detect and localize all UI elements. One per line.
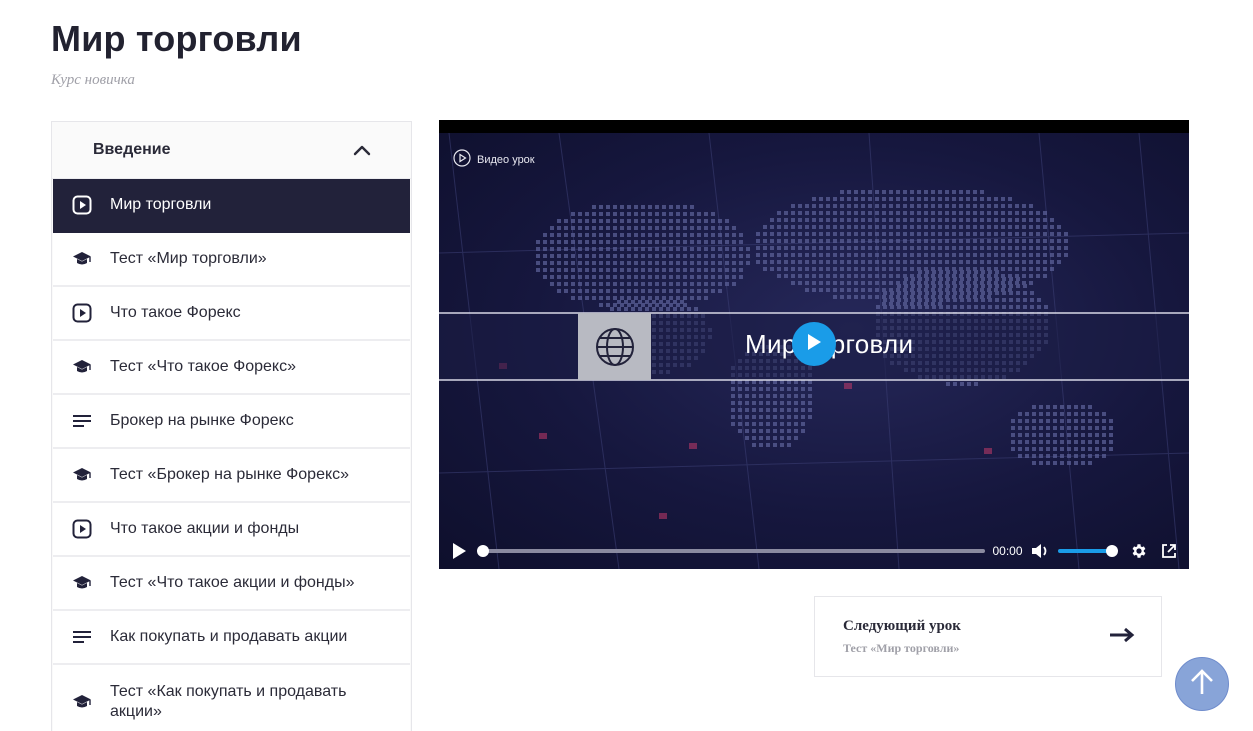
- lesson-label: Как покупать и продавать акции: [110, 628, 348, 645]
- volume-knob[interactable]: [1105, 545, 1118, 557]
- time-display: 00:00: [992, 544, 1023, 558]
- video-controls: 00:00: [439, 533, 1189, 569]
- graduation-cap-icon: [71, 572, 93, 594]
- play-overlay-button[interactable]: [792, 322, 836, 366]
- video-badge-label: Видео урок: [477, 153, 535, 166]
- lesson-label: Мир торговли: [110, 196, 212, 213]
- play-circle-icon: [453, 149, 471, 170]
- lesson-item[interactable]: Мир торговли: [53, 179, 410, 233]
- lesson-item[interactable]: Как покупать и продавать акции: [53, 611, 410, 665]
- graduation-cap-icon: [71, 691, 93, 713]
- globe-icon: [595, 327, 635, 372]
- next-lesson-subtitle: Тест «Мир торговли»: [843, 641, 960, 655]
- section-title: Введение: [93, 141, 171, 158]
- lesson-sidebar: Введение Мир торговли Тест «Мир торговли»…: [51, 121, 412, 731]
- text-lines-icon: [71, 626, 93, 648]
- lesson-item[interactable]: Тест «Мир торговли»: [53, 233, 410, 287]
- page-title: Мир торговли: [51, 18, 302, 59]
- play-button[interactable]: [447, 539, 471, 563]
- volume-slider[interactable]: [1058, 545, 1118, 557]
- lesson-item[interactable]: Тест «Что такое акции и фонды»: [53, 557, 410, 611]
- volume-button[interactable]: [1029, 539, 1053, 563]
- lesson-item[interactable]: Брокер на рынке Форекс: [53, 395, 410, 449]
- external-link-icon: [1162, 544, 1177, 558]
- text-lines-icon: [71, 410, 93, 432]
- next-lesson-title: Следующий урок: [843, 618, 961, 634]
- popout-button[interactable]: [1157, 539, 1181, 563]
- gear-icon: [1132, 544, 1146, 558]
- lesson-item[interactable]: Тест «Что такое Форекс»: [53, 341, 410, 395]
- page-subtitle: Курс новичка: [51, 72, 135, 88]
- play-square-icon: [71, 194, 93, 216]
- lesson-item[interactable]: Тест «Брокер на рынке Форекс»: [53, 449, 410, 503]
- lesson-label: Тест «Что такое Форекс»: [110, 358, 297, 375]
- section-header-introduction[interactable]: Введение: [52, 122, 411, 179]
- lesson-list: Мир торговли Тест «Мир торговли» Что такое…: [52, 179, 411, 731]
- graduation-cap-icon: [71, 464, 93, 486]
- lesson-item[interactable]: Что такое Форекс: [53, 287, 410, 341]
- play-icon: [806, 333, 822, 356]
- lesson-label: Тест «Как покупать и продавать акции»: [110, 683, 347, 720]
- play-square-icon: [71, 302, 93, 324]
- arrow-up-icon: [1189, 668, 1215, 701]
- lesson-label: Брокер на рынке Форекс: [110, 412, 294, 429]
- lesson-item[interactable]: Что такое акции и фонды: [53, 503, 410, 557]
- video-badge: Видео урок: [453, 149, 535, 170]
- arrow-right-icon[interactable]: [1109, 627, 1135, 648]
- lesson-label: Тест «Что такое акции и фонды»: [110, 574, 355, 591]
- video-player[interactable]: Видео урок Мир торговли 00:00: [439, 120, 1189, 569]
- lesson-item[interactable]: Тест «Как покупать и продавать акции»: [53, 665, 410, 731]
- chevron-up-icon[interactable]: [353, 141, 371, 159]
- lesson-label: Что такое акции и фонды: [110, 520, 300, 537]
- graduation-cap-icon: [71, 356, 93, 378]
- next-lesson-card[interactable]: Следующий урок Тест «Мир торговли»: [814, 596, 1162, 677]
- lesson-label: Что такое Форекс: [110, 304, 241, 321]
- play-icon: [452, 543, 466, 559]
- lesson-label: Тест «Мир торговли»: [110, 250, 267, 267]
- graduation-cap-icon: [71, 248, 93, 270]
- progress-bar[interactable]: [476, 545, 985, 557]
- volume-icon: [1032, 544, 1047, 558]
- play-square-icon: [71, 518, 93, 540]
- video-frame[interactable]: Видео урок Мир торговли: [439, 133, 1189, 569]
- lesson-label: Тест «Брокер на рынке Форекс»: [110, 466, 350, 483]
- scroll-to-top-button[interactable]: [1175, 657, 1229, 711]
- progress-knob[interactable]: [476, 545, 489, 557]
- settings-button[interactable]: [1128, 539, 1152, 563]
